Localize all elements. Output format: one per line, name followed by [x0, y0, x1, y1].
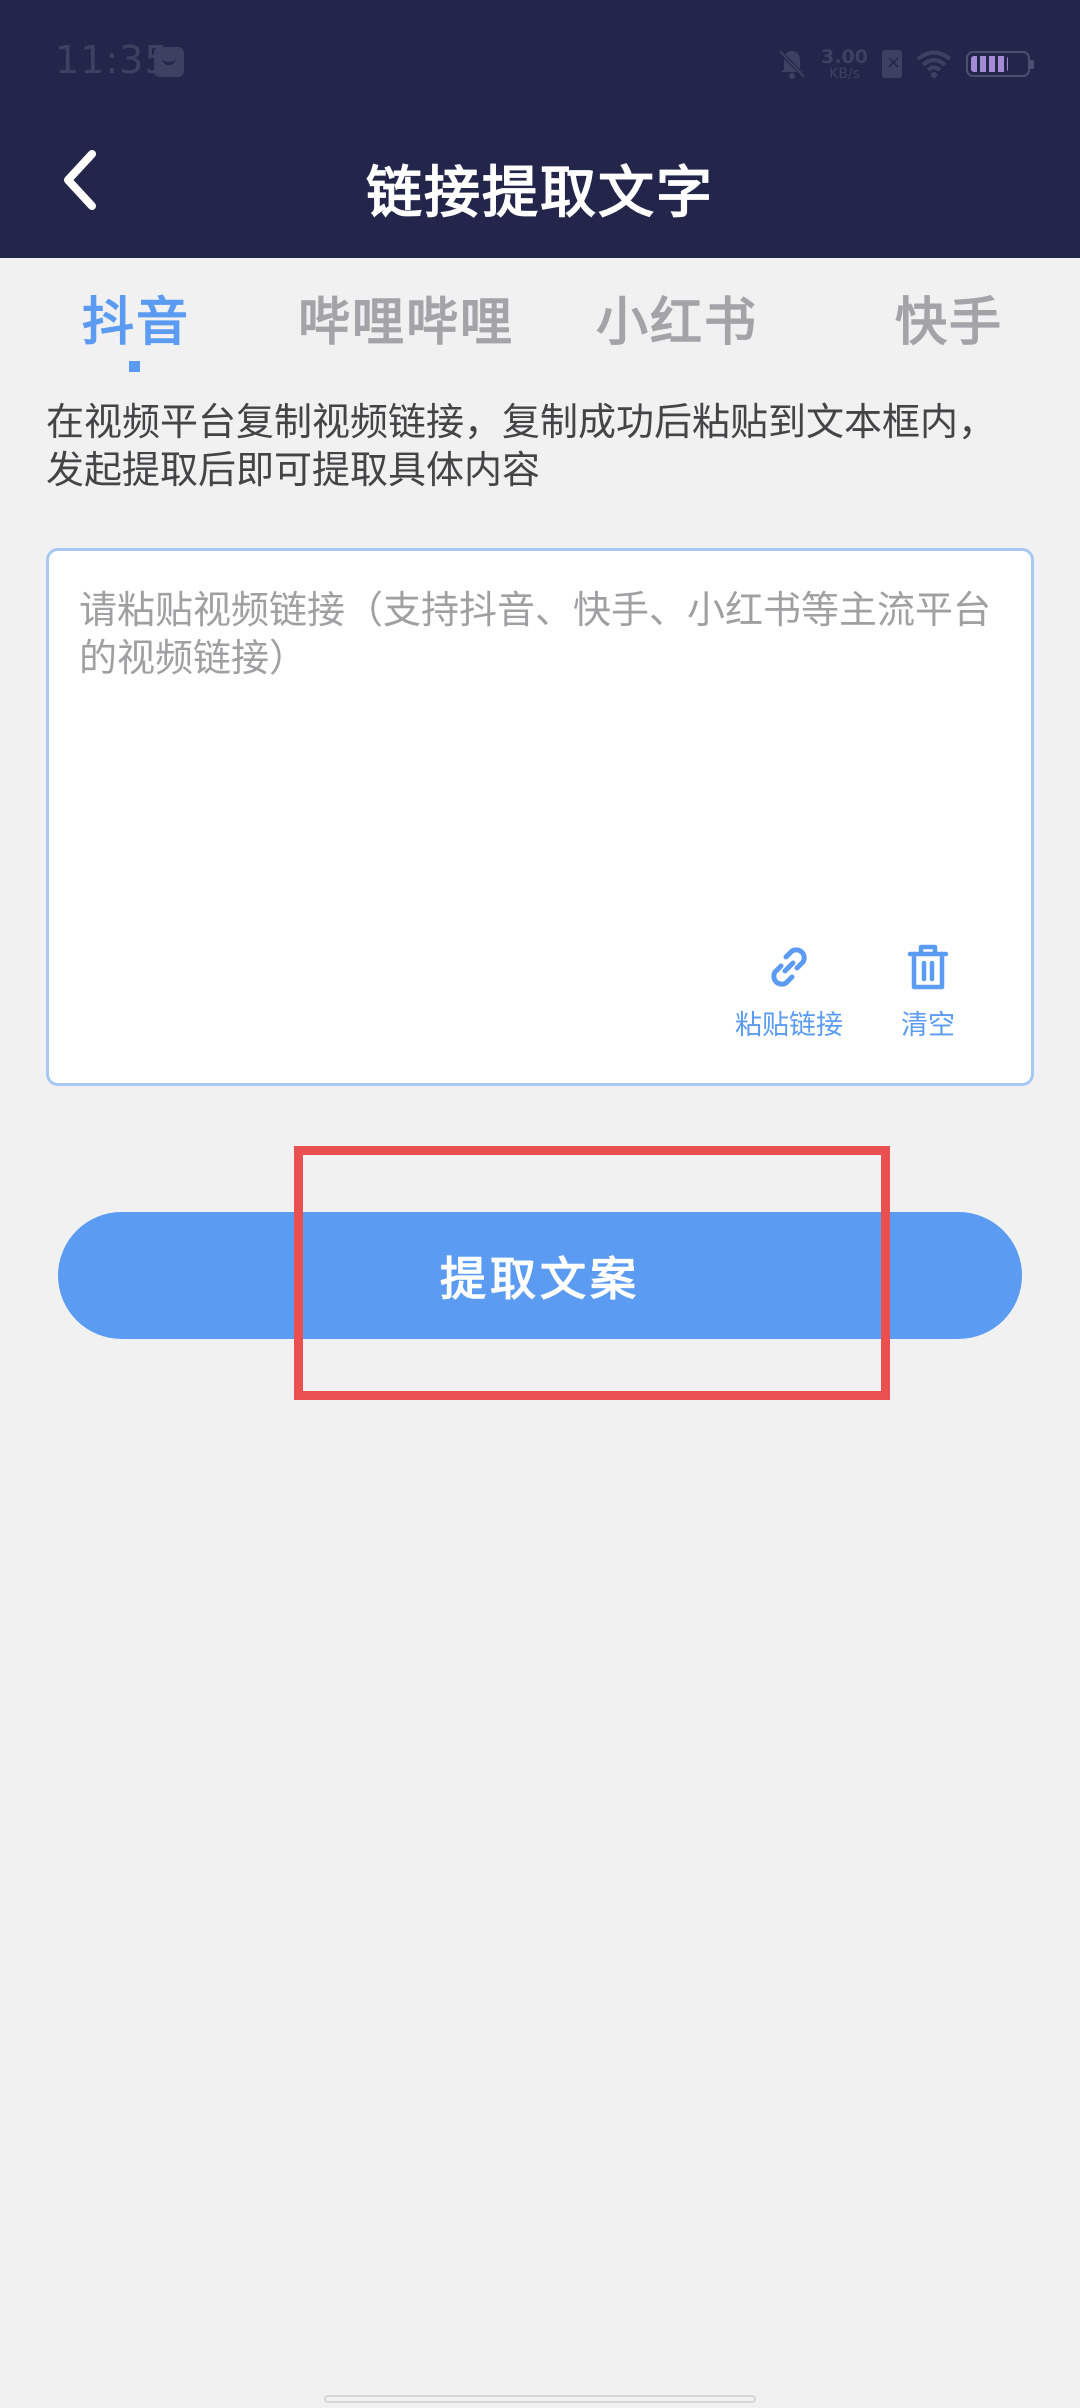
app-notification-icon	[154, 47, 184, 77]
paste-link-button[interactable]: 粘贴链接	[735, 941, 843, 1042]
net-speed-value: 3.00	[821, 45, 868, 68]
paste-link-label: 粘贴链接	[735, 1010, 843, 1041]
tab-douyin[interactable]: 抖音	[82, 280, 190, 355]
page-title: 链接提取文字	[366, 161, 714, 226]
status-icons: 3.00 KB/s	[777, 40, 1034, 88]
trash-icon	[907, 944, 949, 990]
active-tab-indicator	[129, 361, 140, 372]
link-icon	[771, 947, 807, 987]
link-input-box: 粘贴链接 清空	[46, 548, 1034, 1086]
tab-xiaohongshu[interactable]: 小红书	[596, 280, 758, 355]
clear-label: 清空	[901, 1010, 955, 1041]
instructions-line-1: 在视频平台复制视频链接，复制成功后粘贴到文本框内，	[46, 400, 997, 444]
tab-bilibili[interactable]: 哔哩哔哩	[298, 280, 514, 355]
extract-copy-button[interactable]: 提取文案	[58, 1212, 1022, 1339]
home-indicator	[324, 2395, 756, 2403]
net-speed-unit: KB/s	[829, 65, 860, 82]
app-header: 11:35 3.00 KB/s × 链接提取文字	[0, 0, 1080, 258]
battery-icon	[966, 51, 1034, 77]
link-input[interactable]	[79, 586, 999, 886]
wifi-icon	[916, 50, 952, 78]
net-speed: 3.00 KB/s	[821, 45, 868, 82]
sim-icon	[882, 50, 902, 78]
clear-button[interactable]: 清空	[901, 941, 955, 1042]
instructions-text: 在视频平台复制视频链接，复制成功后粘贴到文本框内， 发起提取后即可提取具体内容	[46, 398, 1046, 494]
bell-muted-icon	[777, 48, 807, 80]
status-time: 11:35	[55, 38, 170, 82]
instructions-line-2: 发起提取后即可提取具体内容	[46, 448, 541, 492]
tab-kuaishou[interactable]: 快手	[895, 280, 1003, 355]
platform-tabs: 抖音 哔哩哔哩 小红书 快手	[0, 280, 1080, 370]
battery-level	[971, 56, 1008, 72]
